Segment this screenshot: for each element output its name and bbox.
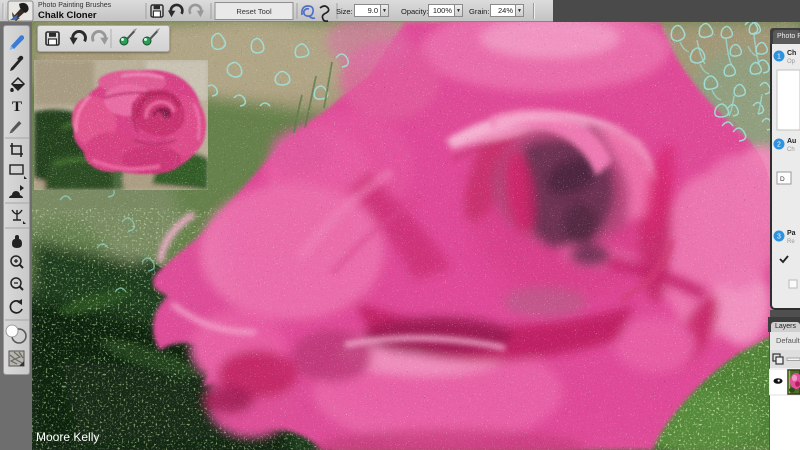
svg-text:Re: Re — [787, 239, 795, 245]
svg-text:Moore Kelly: Moore Kelly — [36, 430, 99, 444]
svg-text:Pa: Pa — [787, 230, 796, 237]
svg-text:1: 1 — [777, 54, 781, 61]
svg-text:D: D — [780, 176, 785, 183]
svg-text:Ch: Ch — [787, 50, 796, 57]
svg-text:Op: Op — [787, 59, 796, 65]
svg-text:3: 3 — [777, 234, 781, 241]
svg-text:Au: Au — [787, 138, 796, 145]
svg-text:2: 2 — [777, 142, 781, 149]
svg-text:T: T — [12, 99, 22, 115]
svg-text:Reset Tool: Reset Tool — [236, 7, 272, 16]
svg-text:Ch: Ch — [787, 147, 795, 153]
